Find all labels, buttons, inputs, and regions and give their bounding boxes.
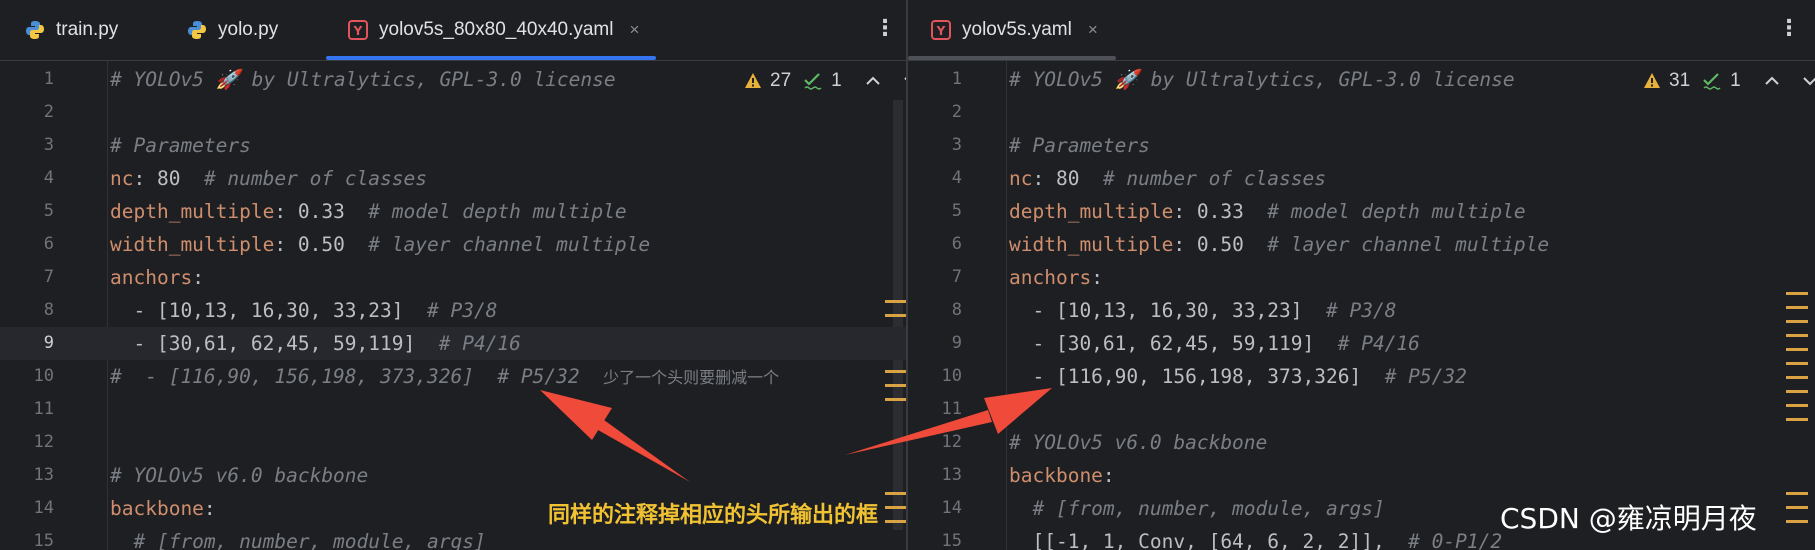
annotation-text: 同样的注释掉相应的头所输出的框 bbox=[548, 503, 879, 528]
csdn-watermark: CSDN @雍凉明月夜 bbox=[1500, 502, 1757, 535]
annotation-arrows bbox=[540, 388, 1052, 482]
arrow-left bbox=[540, 390, 690, 482]
arrow-right bbox=[845, 388, 1052, 455]
